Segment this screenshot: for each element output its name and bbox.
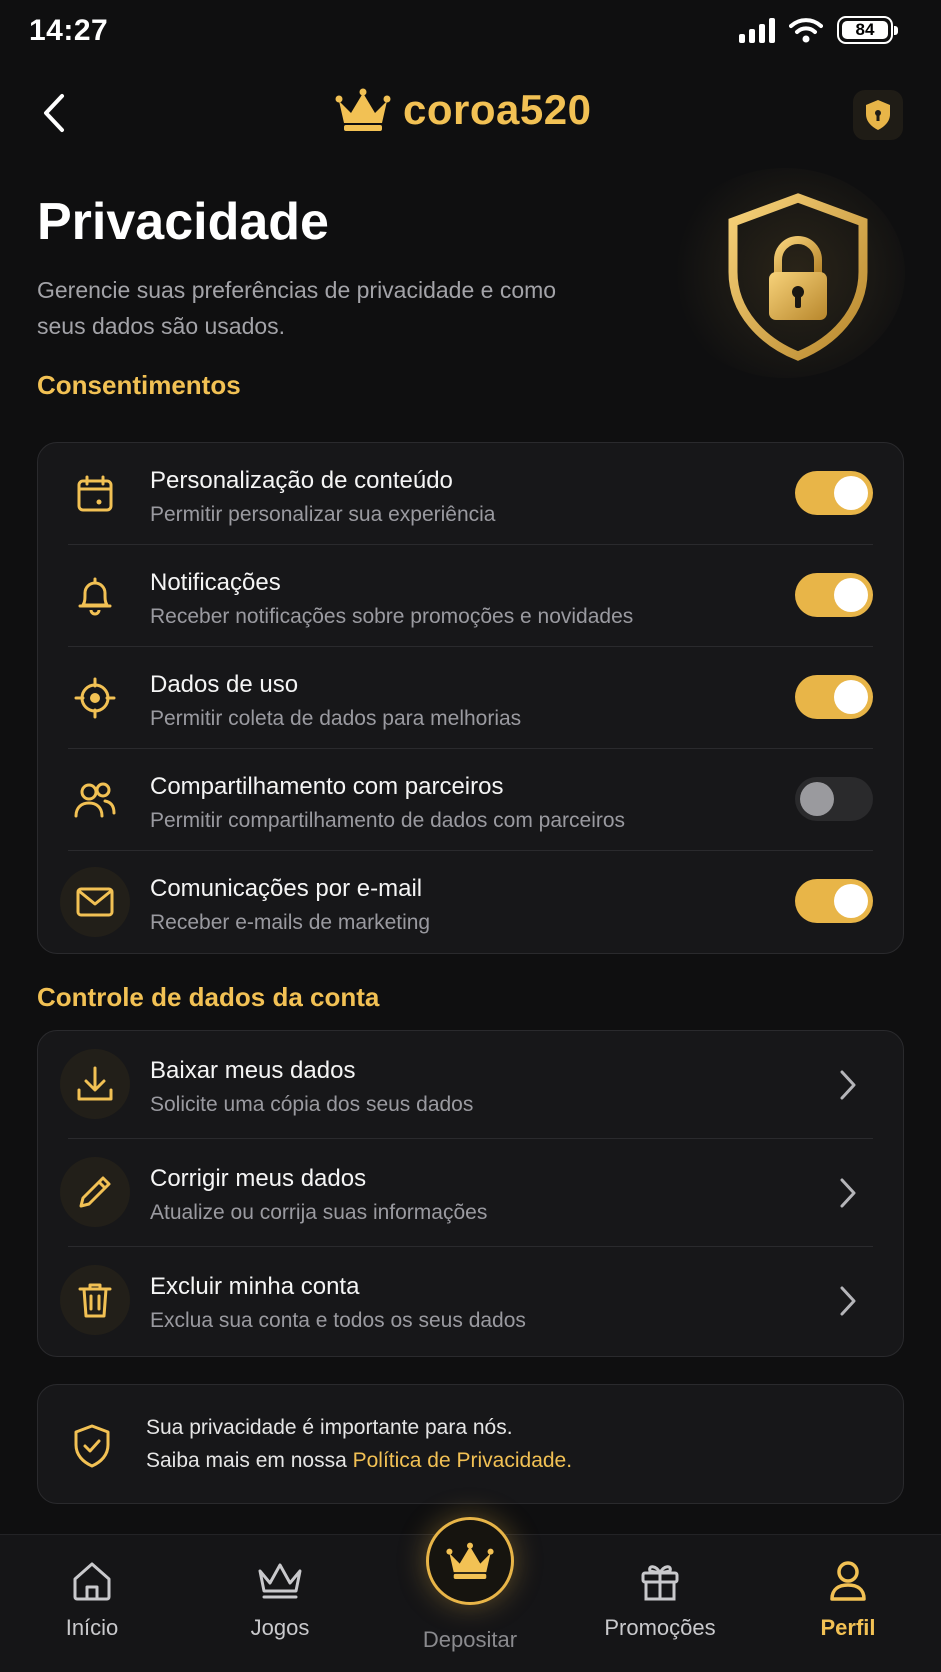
delete-account-row[interactable]: Excluir minha conta Exclua sua conta e t… [38,1247,903,1356]
consent-label: Notificações [150,569,281,596]
account-data-card: Baixar meus dados Solicite uma cópia dos… [37,1030,904,1357]
privacy-info-card: Sua privacidade é importante para nós. S… [37,1384,904,1504]
privacy-policy-link[interactable]: Política de Privacidade. [353,1449,572,1472]
consents-card: Personalização de conteúdo Permitir pers… [37,442,904,954]
nav-profile-label: Perfil [820,1615,876,1640]
security-button[interactable] [853,90,903,140]
action-label: Excluir minha conta [150,1273,360,1300]
wifi-icon [789,18,823,43]
nav-promotions[interactable]: Promoções [590,1559,730,1641]
chevron-right-icon [840,1178,856,1208]
gift-icon [641,1565,679,1601]
status-time: 14:27 [29,14,109,47]
trash-icon [78,1283,112,1318]
consent-desc: Permitir compartilhamento de dados com p… [150,809,626,832]
calendar-icon [77,475,113,511]
status-icons: 84 [739,16,898,44]
nav-profile[interactable]: Perfil [778,1559,918,1641]
consent-row-personalization: Personalização de conteúdo Permitir pers… [38,443,903,544]
toggle-personalization[interactable] [795,471,873,515]
action-label: Corrigir meus dados [150,1165,367,1192]
consent-label: Compartilhamento com parceiros [150,773,504,800]
nav-deposit-label[interactable]: Depositar [400,1627,540,1653]
home-icon [73,1562,111,1601]
nav-games-label: Jogos [250,1615,310,1640]
battery-icon: 84 [837,16,898,44]
nav-home[interactable]: Início [22,1559,162,1641]
mail-icon [76,887,114,917]
hero-shield-lock-icon [728,193,868,361]
battery-level: 84 [855,20,875,39]
consent-label: Personalização de conteúdo [150,467,453,494]
crown-outline-icon [258,1563,302,1599]
correct-data-row[interactable]: Corrigir meus dados Atualize ou corrija … [38,1139,903,1246]
back-button[interactable] [36,88,76,138]
toggle-partner-sharing[interactable] [795,777,873,821]
action-desc: Exclua sua conta e todos os seus dados [150,1309,526,1332]
chevron-left-icon [44,94,64,132]
privacy-info-line1: Sua privacidade é importante para nós. [146,1416,513,1439]
target-icon [74,677,116,718]
consent-row-usage-data: Dados de uso Permitir coleta de dados pa… [38,647,903,748]
consent-desc: Permitir coleta de dados para melhorias [150,707,522,730]
bell-icon [78,577,112,615]
toggle-email[interactable] [795,879,873,923]
pencil-icon [79,1176,111,1208]
consent-row-email: Comunicações por e-mail Receber e-mails … [38,851,903,953]
crown-icon [446,1542,494,1579]
nav-games[interactable]: Jogos [210,1559,350,1641]
nav-home-label: Início [65,1615,119,1640]
consent-desc: Receber e-mails de marketing [150,911,431,934]
consents-section-title: Consentimentos [37,370,241,400]
brand-name: coroa520 [403,86,592,133]
chevron-right-icon [840,1286,856,1316]
consent-desc: Receber notificações sobre promoções e n… [150,605,634,628]
consent-row-partner-sharing: Compartilhamento com parceiros Permitir … [38,749,903,850]
action-desc: Atualize ou corrija suas informações [150,1201,488,1224]
consent-label: Dados de uso [150,671,299,698]
page-title: Privacidade [37,193,329,251]
download-data-row[interactable]: Baixar meus dados Solicite uma cópia dos… [38,1031,903,1138]
page-subtitle: Gerencie suas preferências de privacidad… [37,277,557,339]
users-icon [74,782,116,817]
consent-desc: Permitir personalizar sua experiência [150,503,496,526]
action-label: Baixar meus dados [150,1057,356,1084]
toggle-usage-data[interactable] [795,675,873,719]
consent-label: Comunicações por e-mail [150,875,423,902]
brand-logo: coroa520 [335,86,591,134]
shield-lock-icon [866,100,890,130]
download-icon [77,1066,113,1101]
user-icon [830,1561,866,1601]
toggle-notifications[interactable] [795,573,873,617]
shield-check-icon [74,1424,110,1468]
account-data-section-title: Controle de dados da conta [37,982,380,1012]
chevron-right-icon [840,1070,856,1100]
action-desc: Solicite uma cópia dos seus dados [150,1093,474,1116]
consent-row-notifications: Notificações Receber notificações sobre … [38,545,903,646]
crown-icon [335,88,391,131]
deposit-button[interactable] [426,1517,514,1605]
signal-icon [739,17,775,43]
bottom-nav: Início Jogos Depositar Promoções Perfil [0,1517,941,1672]
privacy-info-line2: Saiba mais em nossa [146,1449,353,1472]
nav-promotions-label: Promoções [604,1615,716,1640]
